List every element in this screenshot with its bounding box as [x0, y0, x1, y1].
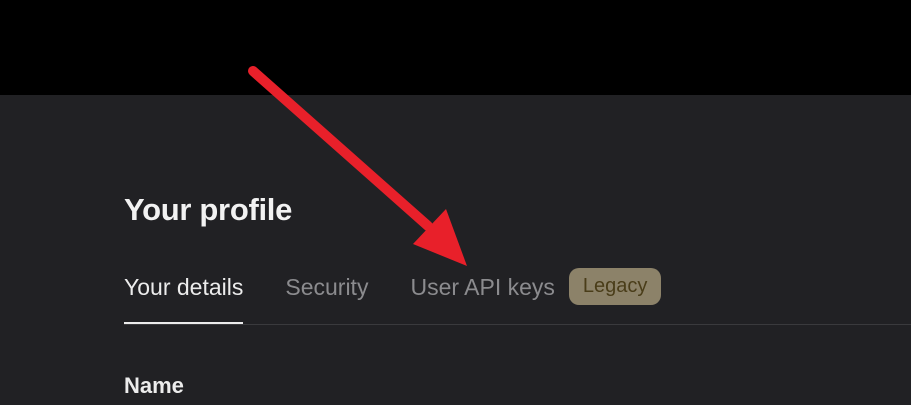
tab-security[interactable]: Security	[285, 268, 368, 324]
tab-user-api-keys[interactable]: User API keys Legacy	[410, 268, 662, 324]
profile-tabs: Your details Security User API keys Lega…	[124, 268, 662, 324]
tab-your-details[interactable]: Your details	[124, 268, 244, 324]
top-bar	[0, 0, 911, 95]
tab-user-api-keys-label: User API keys	[410, 274, 555, 300]
tab-your-details-label: Your details	[124, 274, 244, 300]
profile-content-area	[0, 95, 911, 405]
page-title: Your profile	[124, 192, 293, 227]
legacy-badge: Legacy	[568, 268, 662, 305]
name-field-label: Name	[124, 373, 184, 398]
tabs-divider	[124, 324, 911, 325]
tab-security-label: Security	[285, 274, 369, 300]
